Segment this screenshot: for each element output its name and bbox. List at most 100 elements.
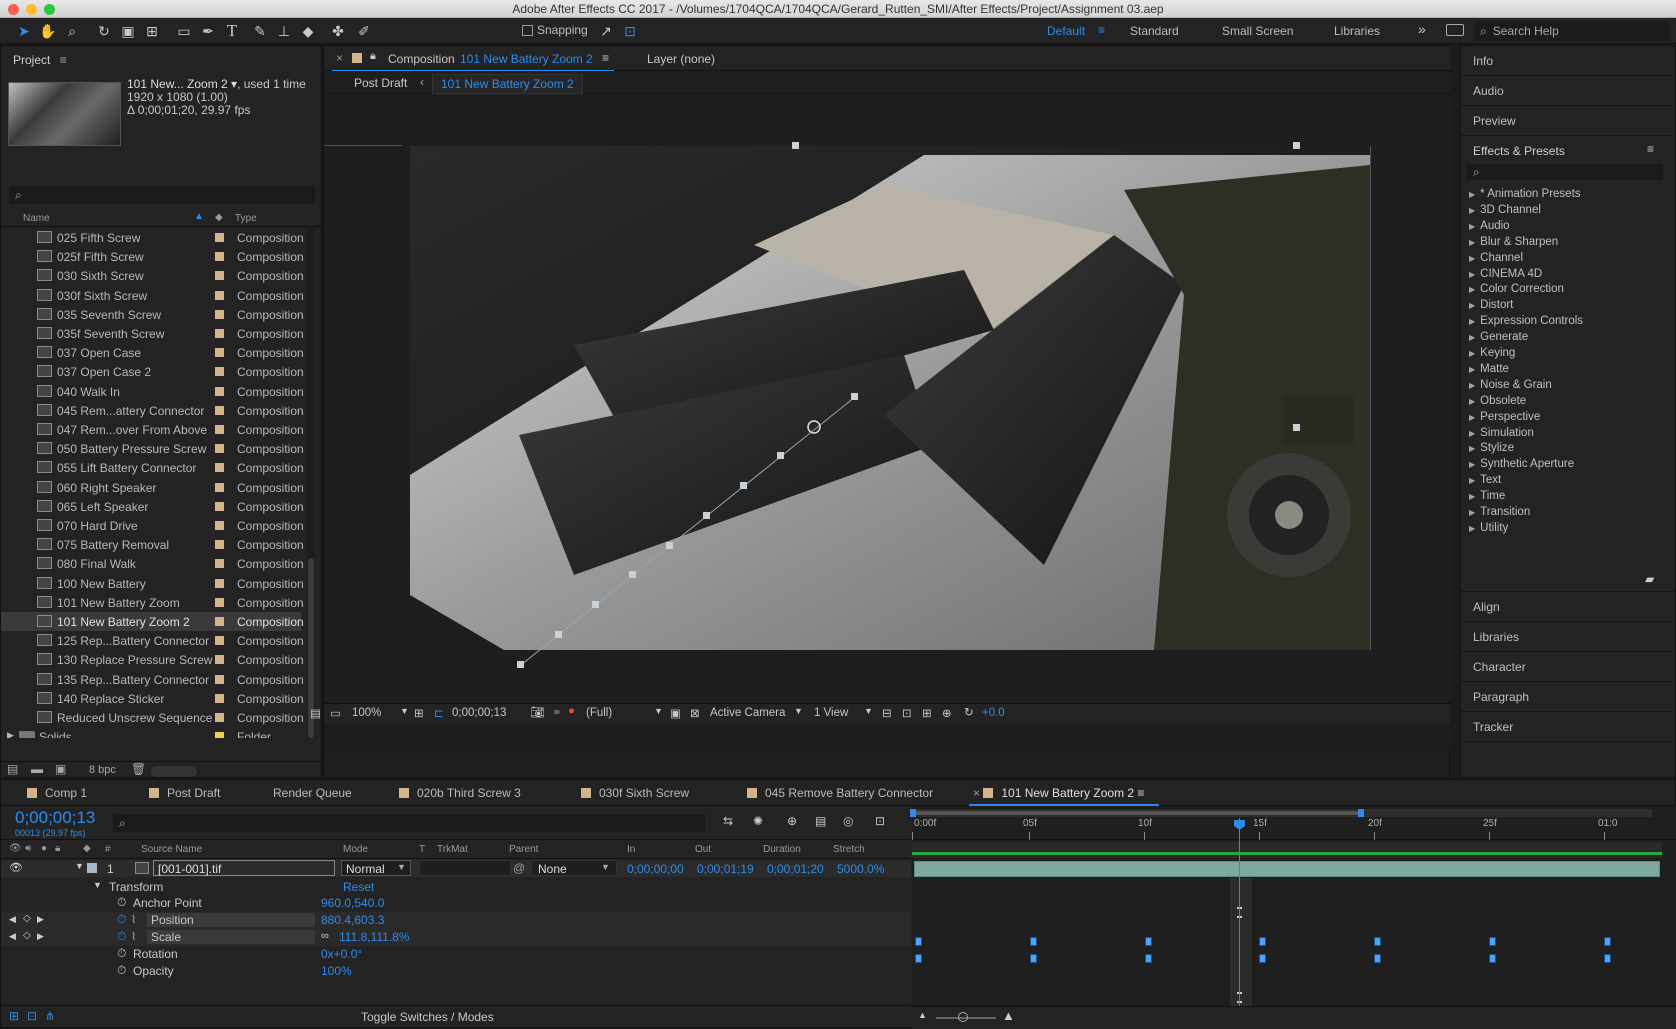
snap-grid-icon[interactable]: ⊡ <box>620 21 640 41</box>
effects-category[interactable]: Noise & Grain <box>1469 379 1552 391</box>
keyframe[interactable] <box>1029 954 1037 963</box>
timeline-tab[interactable]: × 101 New Battery Zoom 2 ≡ <box>973 786 1144 800</box>
composition-item[interactable]: 130 Replace Pressure Screw Composition <box>1 650 304 669</box>
composition-item[interactable]: 035 Seventh Screw Composition <box>1 305 304 324</box>
sync-settings-icon[interactable] <box>1446 24 1464 36</box>
lock-icon[interactable]: 🔒︎ <box>370 50 376 63</box>
chevron-left-icon[interactable]: ‹ <box>420 75 424 89</box>
stopwatch-icon[interactable]: ⏱︎ <box>117 946 126 961</box>
keyframe[interactable] <box>1603 954 1611 963</box>
close-tab-icon[interactable]: × <box>336 51 343 65</box>
comp-mini-flowchart-icon[interactable]: ⇆ <box>723 814 733 828</box>
label-swatch[interactable] <box>215 348 224 358</box>
preview-panel-tab[interactable]: Preview <box>1461 106 1671 136</box>
toggle-pixel-aspect-icon[interactable]: ⊟ <box>882 706 892 720</box>
keyframe[interactable] <box>1144 954 1152 963</box>
composition-item[interactable]: 037 Open Case Composition <box>1 343 304 362</box>
workspace-menu-icon[interactable]: ≡ <box>1098 23 1105 37</box>
keyframe[interactable] <box>1144 937 1152 946</box>
align-panel-tab[interactable]: Align <box>1461 592 1671 622</box>
effects-category[interactable]: Utility <box>1469 522 1508 534</box>
more-workspaces-icon[interactable]: » <box>1418 21 1426 37</box>
layer-tab[interactable]: Layer (none) <box>647 52 715 66</box>
effects-category[interactable]: Transition <box>1469 506 1530 518</box>
label-swatch[interactable] <box>215 233 224 242</box>
stopwatch-icon[interactable]: ⏱︎ <box>117 895 126 910</box>
keyframe[interactable] <box>1029 937 1037 946</box>
property-value[interactable]: 880.4,603.3 <box>321 913 384 927</box>
add-keyframe-icon[interactable]: ◇ <box>23 930 31 941</box>
label-swatch[interactable] <box>215 501 224 511</box>
time-ruler[interactable]: 0:00f 05f 10f 15f 20f 25f 01:0 <box>912 818 1676 840</box>
property-value[interactable]: 960.0,540.0 <box>321 896 384 910</box>
layer-duration-bar[interactable] <box>914 861 1660 877</box>
effects-category[interactable]: Expression Controls <box>1469 315 1583 327</box>
exposure-value[interactable]: +0.0 <box>982 707 1005 719</box>
composition-item[interactable]: 025 Fifth Screw Composition <box>1 228 304 247</box>
hand-tool-icon[interactable]: ✋ <box>38 21 58 41</box>
timeline-zoom-thumb[interactable] <box>958 1012 968 1022</box>
effects-category[interactable]: Color Correction <box>1469 283 1564 295</box>
composition-tab-menu-icon[interactable]: ≡ <box>602 51 609 65</box>
close-tab-icon[interactable]: × <box>973 786 983 800</box>
composition-item[interactable]: 075 Battery Removal Composition <box>1 535 304 554</box>
label-swatch[interactable] <box>215 578 224 588</box>
label-swatch[interactable] <box>215 617 224 626</box>
composition-tab-prefix[interactable]: Composition <box>388 52 455 66</box>
timeline-graph[interactable]: 0:00f 05f 10f 15f 20f 25f 01:0 ▲ ▲ <box>910 806 1676 1029</box>
label-swatch[interactable] <box>215 482 224 492</box>
keyframe-area[interactable] <box>912 878 1676 1003</box>
motion-blur-icon[interactable]: ◎ <box>843 814 853 828</box>
zoom-out-icon[interactable]: ▲ <box>918 1010 927 1020</box>
keyframe[interactable] <box>915 954 922 963</box>
expand-transform-icon[interactable]: ▼ <box>93 880 102 890</box>
breadcrumb-current[interactable]: 101 New Battery Zoom 2 <box>432 74 583 94</box>
effects-category[interactable]: Simulation <box>1469 427 1534 439</box>
constrain-proportions-icon[interactable]: ∞ <box>321 930 329 942</box>
property-row[interactable]: ⏱︎ Rotation 0x+0.0° <box>1 946 911 963</box>
composition-item[interactable]: 045 Rem...attery Connector Composition <box>1 401 304 420</box>
sort-ascending-icon[interactable]: ▲ <box>194 211 204 222</box>
label-swatch[interactable] <box>215 425 224 434</box>
keyframe[interactable] <box>1374 937 1382 946</box>
frame-blending-icon[interactable]: ▤ <box>815 814 826 828</box>
bit-depth-button[interactable]: 8 bpc <box>89 764 116 776</box>
composition-item[interactable]: 070 Hard Drive Composition <box>1 516 304 535</box>
composition-item[interactable]: 030 Sixth Screw Composition <box>1 266 304 285</box>
effects-search-input[interactable]: ⌕ <box>1467 164 1663 180</box>
t-header[interactable]: T <box>419 844 425 855</box>
time-navigator[interactable] <box>910 809 1652 817</box>
property-value[interactable]: 0x+0.0° <box>321 947 362 961</box>
type-column-header[interactable]: Type <box>235 213 257 224</box>
eraser-tool-icon[interactable]: ◆ <box>298 21 318 41</box>
workspace-standard[interactable]: Standard <box>1130 24 1179 38</box>
brush-tool-icon[interactable]: ✎ <box>250 21 270 41</box>
region-of-interest-icon[interactable]: ▣ <box>670 706 681 720</box>
property-value[interactable]: 111.8,111.8% <box>339 930 410 944</box>
fast-previews-icon[interactable]: ⊡ <box>902 706 912 720</box>
prev-keyframe-icon[interactable]: ◀ <box>9 931 16 942</box>
effects-category[interactable]: * Animation Presets <box>1469 188 1580 200</box>
layer-stretch[interactable]: 5000.0% <box>837 862 884 876</box>
label-column-icon[interactable]: ◆ <box>215 212 223 223</box>
label-swatch[interactable] <box>215 655 224 665</box>
effects-category[interactable]: Audio <box>1469 220 1509 232</box>
project-panel-title[interactable]: Project ≡ <box>13 53 67 67</box>
label-swatch[interactable] <box>215 732 224 738</box>
viewer-timecode[interactable]: 0;00;00;13 <box>452 707 506 719</box>
snapshot-icon[interactable]: 📷︎ <box>530 705 545 719</box>
keyframe[interactable] <box>1489 937 1496 946</box>
trkmat-header[interactable]: TrkMat <box>437 844 468 855</box>
timeline-tab[interactable]: 030f Sixth Screw <box>581 786 689 800</box>
composition-item[interactable]: 030f Sixth Screw Composition <box>1 286 304 305</box>
puppet-pin-tool-icon[interactable]: ✐ <box>354 21 374 41</box>
roto-brush-tool-icon[interactable]: ✤ <box>328 21 348 41</box>
view-layout-select[interactable]: 1 View <box>814 707 848 719</box>
timeline-tab[interactable]: Comp 1 <box>27 786 87 800</box>
label-swatch[interactable] <box>215 386 224 396</box>
composition-item[interactable]: 055 Lift Battery Connector Composition <box>1 458 304 477</box>
keyframe[interactable] <box>1259 954 1267 963</box>
composition-item[interactable]: 080 Final Walk Composition <box>1 554 304 573</box>
next-keyframe-icon[interactable]: ▶ <box>37 931 44 942</box>
timeline-tab[interactable]: Post Draft <box>149 786 220 800</box>
